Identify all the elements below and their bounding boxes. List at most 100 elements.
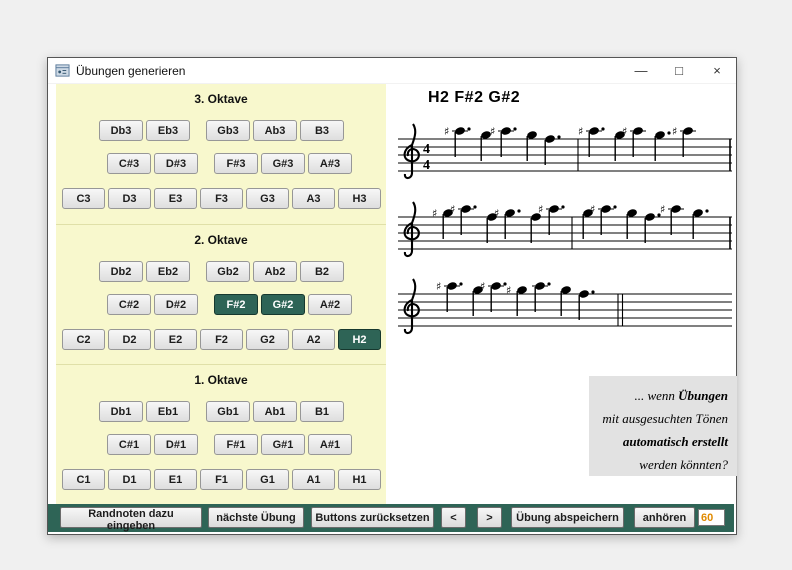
note-button-eb3[interactable]: Eb3 [146, 120, 190, 141]
svg-text:♯: ♯ [660, 203, 665, 216]
note-button-gb2[interactable]: Gb2 [206, 261, 250, 282]
note-button-gs1[interactable]: G#1 [261, 434, 305, 455]
note-button-as2[interactable]: A#2 [308, 294, 352, 315]
app-icon [55, 63, 70, 78]
note-button-ds3[interactable]: D#3 [154, 153, 198, 174]
buttons-zuruecksetzen-button[interactable]: Buttons zurücksetzen [311, 507, 434, 528]
note-button-h2[interactable]: H2 [338, 329, 381, 350]
note-button-e3[interactable]: E3 [154, 188, 197, 209]
naechste-uebung-button[interactable]: nächste Übung [208, 507, 304, 528]
note-button-d3[interactable]: D3 [108, 188, 151, 209]
time-signature-top: 4 [423, 142, 430, 157]
octave-3-label: 3. Oktave [56, 92, 386, 106]
note-button-c2[interactable]: C2 [62, 329, 105, 350]
staff-system-3: ♯ ♯ ♯ [396, 270, 734, 348]
octave-1-sharps-row: C#1 D#1 F#1 G#1 A#1 [107, 434, 352, 455]
prev-button[interactable]: < [441, 507, 466, 528]
minimize-icon[interactable]: — [622, 58, 660, 83]
staff-system-1: 4 4 ♯ ♯ ♯ ♯ ♯ [396, 115, 734, 193]
window-controls: — □ × [622, 58, 736, 83]
note-button-fs1[interactable]: F#1 [214, 434, 258, 455]
octave-3-section: 3. Oktave Db3 Eb3 Gb3 Ab3 B3 C#3 D#3 F#3… [56, 84, 386, 224]
note-button-fs2[interactable]: F#2 [214, 294, 258, 315]
note-button-gs2[interactable]: G#2 [261, 294, 305, 315]
note-button-gs3[interactable]: G#3 [261, 153, 305, 174]
octave-2-section: 2. Oktave Db2 Eb2 Gb2 Ab2 B2 C#2 D#2 F#2… [56, 224, 386, 364]
svg-text:♯: ♯ [444, 125, 449, 138]
close-icon[interactable]: × [698, 58, 736, 83]
note-button-a3[interactable]: A3 [292, 188, 335, 209]
svg-text:♯: ♯ [450, 203, 455, 216]
svg-text:♯: ♯ [590, 203, 595, 216]
note-button-d1[interactable]: D1 [108, 469, 151, 490]
octave-1-flats-row: Db1 Eb1 Gb1 Ab1 B1 [99, 401, 344, 422]
note-button-as1[interactable]: A#1 [308, 434, 352, 455]
uebung-abspeichern-button[interactable]: Übung abspeichern [511, 507, 624, 528]
note-button-db3[interactable]: Db3 [99, 120, 143, 141]
svg-text:♯: ♯ [490, 125, 495, 138]
tempo-input[interactable] [698, 509, 725, 526]
randnoten-eingeben-button[interactable]: Randnoten dazu eingeben [60, 507, 202, 528]
note-button-g1[interactable]: G1 [246, 469, 289, 490]
svg-text:♯: ♯ [622, 125, 627, 138]
note-button-e1[interactable]: E1 [154, 469, 197, 490]
window-title: Übungen generieren [76, 64, 185, 78]
note-button-f2[interactable]: F2 [200, 329, 243, 350]
svg-text:♯: ♯ [506, 284, 511, 297]
note-button-eb1[interactable]: Eb1 [146, 401, 190, 422]
note-button-ab1[interactable]: Ab1 [253, 401, 297, 422]
note-button-f1[interactable]: F1 [200, 469, 243, 490]
note-button-cs2[interactable]: C#2 [107, 294, 151, 315]
octave-3-naturals-row: C3 D3 E3 F3 G3 A3 H3 [62, 188, 381, 209]
note-button-b2[interactable]: B2 [300, 261, 344, 282]
note-button-b1[interactable]: B1 [300, 401, 344, 422]
note-button-eb2[interactable]: Eb2 [146, 261, 190, 282]
note-button-c1[interactable]: C1 [62, 469, 105, 490]
note-button-h1[interactable]: H1 [338, 469, 381, 490]
note-button-cs3[interactable]: C#3 [107, 153, 151, 174]
bottom-toolbar: Randnoten dazu eingeben nächste Übung Bu… [48, 504, 734, 532]
note-button-e2[interactable]: E2 [154, 329, 197, 350]
titlebar: Übungen generieren — □ × [48, 58, 736, 84]
quote-line-4: werden könnten? [589, 453, 728, 476]
note-button-a2[interactable]: A2 [292, 329, 335, 350]
octave-2-sharps-row: C#2 D#2 F#2 G#2 A#2 [107, 294, 352, 315]
svg-text:♯: ♯ [578, 125, 583, 138]
note-button-db2[interactable]: Db2 [99, 261, 143, 282]
note-button-h3[interactable]: H3 [338, 188, 381, 209]
info-quote: ... wenn Übungen mit ausgesuchten Tönen … [589, 376, 737, 476]
svg-text:♯: ♯ [480, 280, 485, 293]
note-button-d2[interactable]: D2 [108, 329, 151, 350]
next-button[interactable]: > [477, 507, 502, 528]
note-selection-panel: 3. Oktave Db3 Eb3 Gb3 Ab3 B3 C#3 D#3 F#3… [56, 84, 386, 504]
note-button-gb1[interactable]: Gb1 [206, 401, 250, 422]
note-button-g2[interactable]: G2 [246, 329, 289, 350]
quote-line-3: automatisch erstellt [589, 430, 728, 453]
note-button-c3[interactable]: C3 [62, 188, 105, 209]
note-button-ds1[interactable]: D#1 [154, 434, 198, 455]
maximize-icon[interactable]: □ [660, 58, 698, 83]
anhoeren-button[interactable]: anhören [634, 507, 695, 528]
note-button-gb3[interactable]: Gb3 [206, 120, 250, 141]
note-button-a1[interactable]: A1 [292, 469, 335, 490]
svg-text:♯: ♯ [436, 280, 441, 293]
note-button-f3[interactable]: F3 [200, 188, 243, 209]
octave-2-flats-row: Db2 Eb2 Gb2 Ab2 B2 [99, 261, 344, 282]
quote-line-1: ... wenn Übungen [589, 384, 728, 407]
note-button-ds2[interactable]: D#2 [154, 294, 198, 315]
note-button-as3[interactable]: A#3 [308, 153, 352, 174]
time-signature-bottom: 4 [423, 158, 430, 173]
octave-3-sharps-row: C#3 D#3 F#3 G#3 A#3 [107, 153, 352, 174]
note-button-ab3[interactable]: Ab3 [253, 120, 297, 141]
octave-1-label: 1. Oktave [56, 373, 386, 387]
quote-line-2: mit ausgesuchten Tönen [589, 407, 728, 430]
note-button-b3[interactable]: B3 [300, 120, 344, 141]
octave-2-naturals-row: C2 D2 E2 F2 G2 A2 H2 [62, 329, 381, 350]
note-button-cs1[interactable]: C#1 [107, 434, 151, 455]
note-button-ab2[interactable]: Ab2 [253, 261, 297, 282]
note-button-db1[interactable]: Db1 [99, 401, 143, 422]
note-button-fs3[interactable]: F#3 [214, 153, 258, 174]
app-window: Übungen generieren — □ × 3. Oktave Db3 E… [47, 57, 737, 535]
staff-system-2: ♯ ♯ ♯ ♯ ♯ ♯ [396, 193, 734, 271]
note-button-g3[interactable]: G3 [246, 188, 289, 209]
